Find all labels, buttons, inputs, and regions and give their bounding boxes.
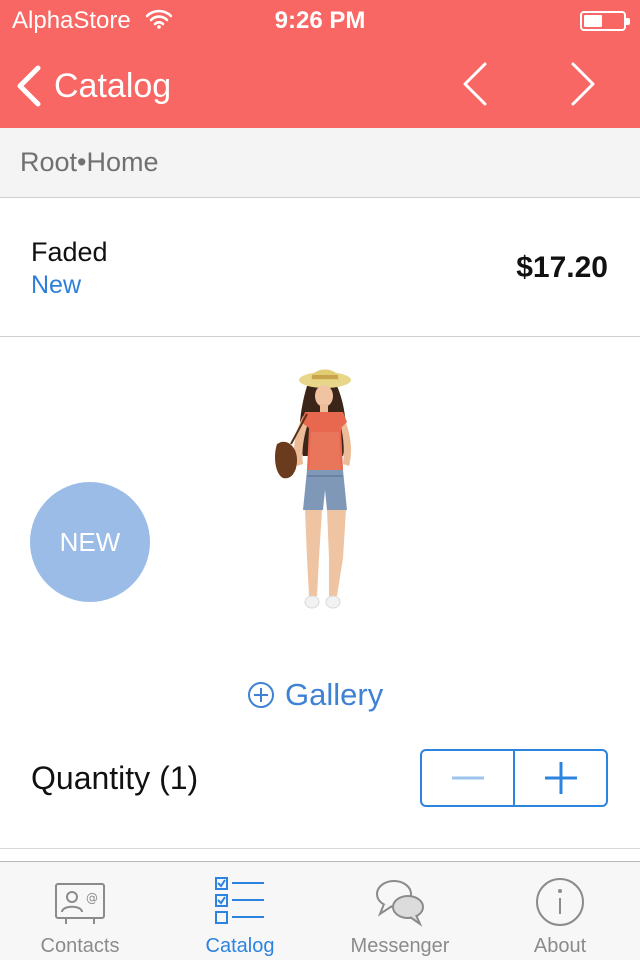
checklist-icon	[215, 877, 264, 924]
header-bar: AlphaStore 9:26 PM Catalog	[0, 0, 640, 128]
plus-icon	[544, 762, 577, 794]
chevron-left-icon	[17, 65, 41, 107]
tab-catalog[interactable]: Catalog	[160, 862, 320, 960]
contacts-card-icon: @	[55, 883, 105, 924]
previous-item-button[interactable]	[450, 56, 500, 112]
quantity-stepper	[420, 749, 608, 807]
tab-catalog-label: Catalog	[205, 935, 275, 957]
tab-about[interactable]: About	[480, 862, 640, 960]
quantity-label: Quantity (1)	[31, 760, 199, 796]
tab-messenger-label: Messenger	[350, 935, 450, 957]
chevron-right-icon	[571, 62, 595, 106]
new-badge-label: NEW	[59, 526, 121, 557]
back-button-label: Catalog	[54, 66, 172, 105]
product-name: Faded	[31, 237, 108, 267]
tab-about-label: About	[533, 935, 587, 957]
product-photo[interactable]	[225, 352, 415, 632]
info-icon	[536, 878, 584, 926]
chevron-left-icon	[463, 62, 487, 106]
breadcrumb: Root•Home	[0, 128, 640, 198]
tab-contacts[interactable]: @ Contacts	[0, 862, 160, 960]
tab-contacts-label: Contacts	[40, 935, 120, 957]
battery-icon	[580, 11, 630, 31]
new-badge: NEW	[30, 482, 150, 602]
tab-messenger[interactable]: Messenger	[320, 862, 480, 960]
plus-circle-icon	[248, 682, 274, 708]
breadcrumb-path[interactable]: Root•Home	[20, 147, 159, 178]
increment-button[interactable]	[513, 751, 606, 805]
minus-icon	[451, 776, 484, 780]
chat-bubbles-icon	[376, 880, 424, 927]
tab-bar: @ Contacts Catalog Messenger About	[0, 861, 640, 960]
wifi-icon	[146, 9, 172, 29]
back-button[interactable]: Catalog	[14, 58, 171, 114]
divider	[0, 848, 640, 849]
product-status: New	[31, 271, 82, 299]
svg-text:@: @	[86, 891, 98, 905]
gallery-label: Gallery	[285, 677, 384, 712]
decrement-button[interactable]	[422, 751, 513, 805]
gallery-button[interactable]: Gallery	[247, 675, 383, 715]
carrier-name: AlphaStore	[12, 7, 131, 34]
product-summary: Faded New $17.20	[0, 199, 640, 337]
product-price: $17.20	[516, 251, 608, 284]
status-bar: AlphaStore 9:26 PM	[0, 0, 640, 40]
next-item-button[interactable]	[558, 56, 608, 112]
